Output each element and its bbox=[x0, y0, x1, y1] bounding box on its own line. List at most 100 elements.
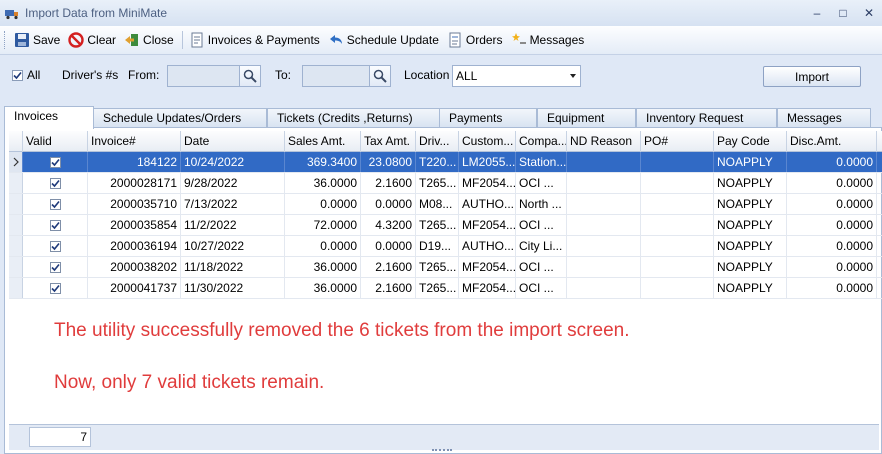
schedule-update-button[interactable]: Schedule Update bbox=[325, 29, 442, 51]
col-driver[interactable]: Driv... bbox=[416, 131, 459, 152]
grid-footer: 7 bbox=[9, 424, 879, 450]
all-checkbox[interactable] bbox=[12, 69, 23, 81]
save-button[interactable]: Save bbox=[11, 29, 63, 51]
pay-code-cell: NOAPPLY bbox=[714, 278, 787, 298]
table-row[interactable]: 2000035854 11/2/2022 72.0000 4.3200 T265... M… bbox=[9, 215, 882, 236]
valid-checkbox[interactable] bbox=[49, 240, 61, 252]
table-row[interactable]: 2000036194 10/27/2022 0.0000 0.0000 D19... AU… bbox=[9, 236, 882, 257]
valid-cell[interactable] bbox=[23, 236, 88, 256]
col-invoice[interactable]: Invoice# bbox=[88, 131, 181, 152]
row-indicator[interactable] bbox=[9, 173, 23, 193]
window-title: Import Data from MiniMate bbox=[25, 6, 168, 20]
tab-invoices[interactable]: Invoices bbox=[4, 106, 94, 129]
current-row-arrow-icon bbox=[13, 157, 19, 167]
checkmark-icon bbox=[50, 284, 60, 292]
driver-cell: M08... bbox=[416, 194, 459, 214]
invoice-cell: 2000028171 bbox=[88, 173, 181, 193]
tab-messages[interactable]: Messages bbox=[777, 108, 871, 128]
row-indicator[interactable] bbox=[9, 236, 23, 256]
valid-checkbox[interactable] bbox=[49, 261, 61, 273]
tab-tickets[interactable]: Tickets (Credits ,Returns) bbox=[267, 108, 440, 128]
save-label: Save bbox=[33, 33, 61, 47]
date-cell: 10/27/2022 bbox=[181, 236, 285, 256]
col-po[interactable]: PO# bbox=[641, 131, 714, 152]
customer-cell: MF2054... bbox=[459, 215, 516, 235]
valid-checkbox[interactable] bbox=[49, 156, 61, 168]
disc-amt-cell: 0.0000 bbox=[787, 173, 877, 193]
from-driver-input[interactable] bbox=[167, 65, 241, 87]
valid-cell[interactable] bbox=[23, 257, 88, 277]
col-valid[interactable]: Valid bbox=[23, 131, 88, 152]
toolbar-grip[interactable] bbox=[4, 31, 7, 49]
col-pay-code[interactable]: Pay Code bbox=[714, 131, 787, 152]
row-indicator[interactable] bbox=[9, 152, 23, 172]
sales-amt-cell: 36.0000 bbox=[285, 257, 361, 277]
tab-inventory-request[interactable]: Inventory Request bbox=[636, 108, 777, 128]
col-sales-amt[interactable]: Sales Amt. bbox=[285, 131, 361, 152]
clear-label: Clear bbox=[87, 33, 117, 47]
col-customer[interactable]: Custom... bbox=[459, 131, 516, 152]
company-cell: North ... bbox=[516, 194, 567, 214]
invoices-grid: Valid Invoice# Date Sales Amt. Tax Amt. … bbox=[9, 131, 882, 299]
row-count: 7 bbox=[29, 427, 91, 447]
close-label: Close bbox=[143, 33, 174, 47]
to-driver-input[interactable] bbox=[302, 65, 372, 87]
row-indicator[interactable] bbox=[9, 257, 23, 277]
orders-button[interactable]: Orders bbox=[444, 29, 506, 51]
valid-checkbox[interactable] bbox=[49, 177, 61, 189]
table-row[interactable]: 2000038202 11/18/2022 36.0000 2.1600 T265...… bbox=[9, 257, 882, 278]
invoices-payments-label: Invoices & Payments bbox=[207, 33, 320, 47]
sales-amt-cell: 0.0000 bbox=[285, 236, 361, 256]
close-window-button[interactable]: ✕ bbox=[856, 2, 882, 24]
valid-checkbox[interactable] bbox=[49, 198, 61, 210]
valid-checkbox[interactable] bbox=[49, 282, 61, 294]
pay-code-cell: NOAPPLY bbox=[714, 215, 787, 235]
invoices-payments-button[interactable]: Invoices & Payments bbox=[186, 29, 323, 51]
tab-equipment[interactable]: Equipment bbox=[537, 108, 636, 128]
location-select[interactable]: ALL bbox=[452, 65, 581, 87]
col-tax-amt[interactable]: Tax Amt. bbox=[361, 131, 416, 152]
from-search-button[interactable] bbox=[239, 65, 261, 87]
valid-cell[interactable] bbox=[23, 173, 88, 193]
customer-cell: MF2054... bbox=[459, 173, 516, 193]
row-indicator[interactable] bbox=[9, 278, 23, 298]
table-row[interactable]: 2000041737 11/30/2022 36.0000 2.1600 T265...… bbox=[9, 278, 882, 299]
col-nd-reason[interactable]: ND Reason bbox=[567, 131, 641, 152]
messages-button[interactable]: Messages bbox=[508, 29, 588, 51]
all-label: All bbox=[27, 68, 41, 82]
to-search-button[interactable] bbox=[369, 65, 391, 87]
tab-schedule-updates-orders[interactable]: Schedule Updates/Orders bbox=[93, 108, 267, 128]
close-button[interactable]: Close bbox=[121, 29, 177, 51]
valid-cell[interactable] bbox=[23, 194, 88, 214]
col-date[interactable]: Date bbox=[181, 131, 285, 152]
row-indicator[interactable] bbox=[9, 194, 23, 214]
magnifier-icon bbox=[243, 69, 257, 83]
title-bar: Import Data from MiniMate – □ ✕ bbox=[0, 0, 882, 26]
maximize-button[interactable]: □ bbox=[830, 2, 856, 24]
order-document-icon bbox=[449, 32, 461, 48]
import-button[interactable]: Import bbox=[763, 66, 861, 87]
valid-cell[interactable] bbox=[23, 278, 88, 298]
row-indicator[interactable] bbox=[9, 215, 23, 235]
checkmark-icon bbox=[50, 179, 60, 187]
table-row[interactable]: 2000035710 7/13/2022 0.0000 0.0000 M08... AUT… bbox=[9, 194, 882, 215]
checkmark-icon bbox=[50, 263, 60, 271]
no-entry-icon bbox=[68, 32, 85, 48]
disc-amt-cell: 0.0000 bbox=[787, 152, 877, 172]
table-row[interactable]: 2000028171 9/28/2022 36.0000 2.1600 T265... M… bbox=[9, 173, 882, 194]
col-disc-amt[interactable]: Disc.Amt. bbox=[787, 131, 877, 152]
col-company[interactable]: Compa... bbox=[516, 131, 567, 152]
all-checkbox-group[interactable]: All bbox=[12, 68, 40, 82]
customer-cell: LM2055... bbox=[459, 152, 516, 172]
minimize-button[interactable]: – bbox=[804, 2, 830, 24]
valid-cell[interactable] bbox=[23, 215, 88, 235]
clear-button[interactable]: Clear bbox=[65, 29, 119, 51]
floppy-disk-icon bbox=[15, 33, 29, 47]
valid-cell[interactable] bbox=[23, 152, 88, 172]
tab-payments[interactable]: Payments bbox=[439, 108, 537, 128]
table-row[interactable]: 184122 10/24/2022 369.3400 23.0800 T220... LM… bbox=[9, 152, 882, 173]
resize-handle[interactable] bbox=[432, 449, 452, 452]
checkmark-icon bbox=[50, 200, 60, 208]
tax-amt-cell: 0.0000 bbox=[361, 194, 416, 214]
valid-checkbox[interactable] bbox=[49, 219, 61, 231]
